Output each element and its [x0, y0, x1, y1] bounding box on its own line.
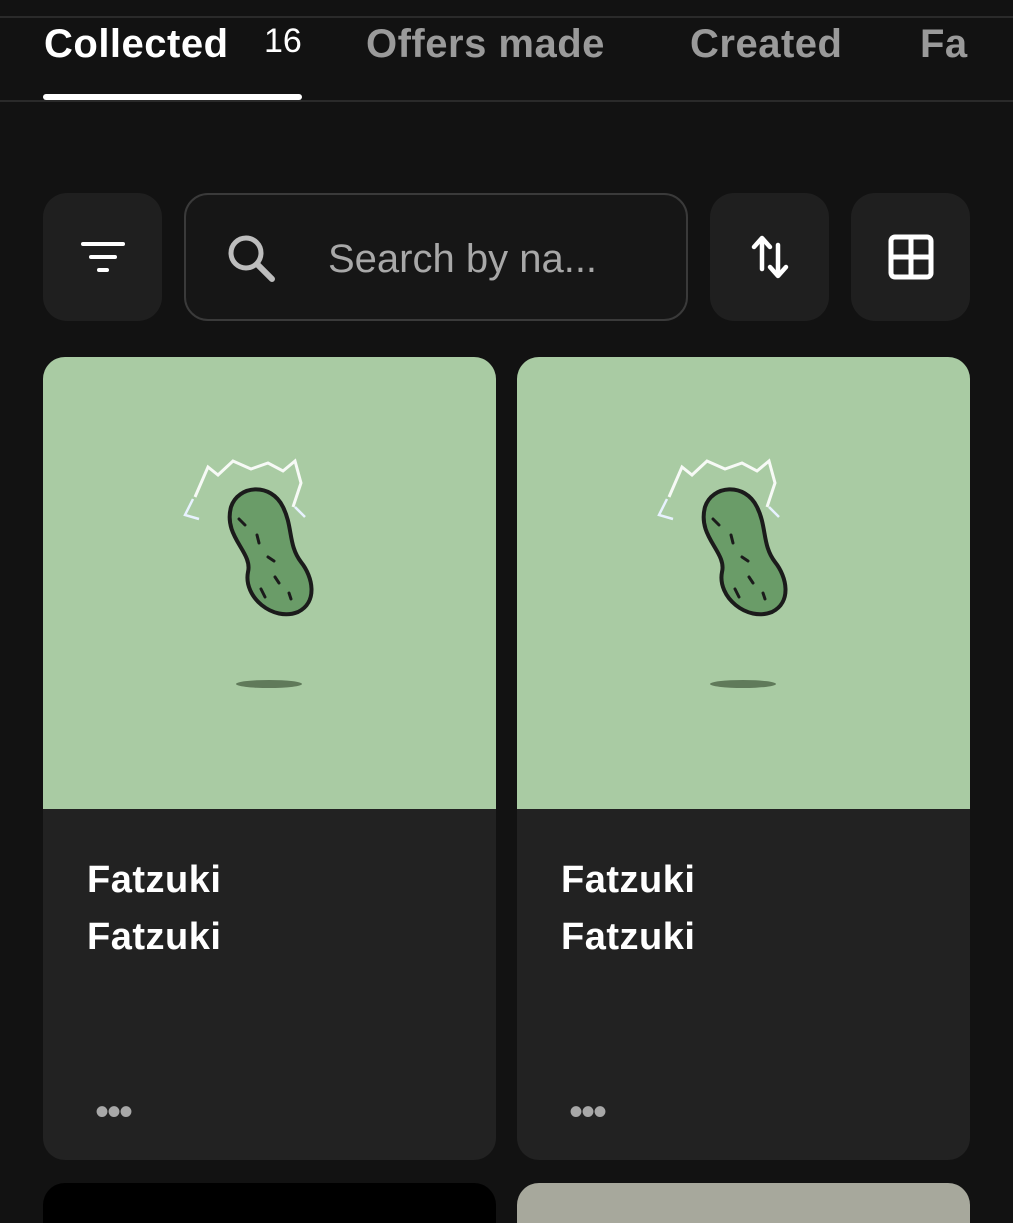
filter-icon: [80, 242, 125, 272]
nft-card[interactable]: Fatzuki Fatzuki •••: [517, 357, 970, 1160]
sort-button[interactable]: [710, 193, 829, 321]
search-input[interactable]: [328, 235, 648, 283]
nft-collection-name[interactable]: Fatzuki: [561, 916, 695, 959]
tab-collected[interactable]: Collected: [44, 22, 229, 67]
top-border: [0, 0, 1013, 18]
grid-view-icon: [888, 234, 933, 280]
tab-offers-made[interactable]: Offers made: [366, 22, 605, 67]
tab-favorited[interactable]: Fa: [920, 22, 968, 67]
peanut-illustration: [657, 458, 788, 688]
more-options-icon[interactable]: •••: [569, 1092, 607, 1132]
search-icon: [228, 235, 275, 282]
active-tab-indicator: [43, 94, 302, 100]
nft-title: Fatzuki: [561, 859, 696, 901]
nft-card-peek[interactable]: [517, 1183, 970, 1223]
tab-collected-count: 16: [264, 22, 302, 60]
more-options-icon[interactable]: •••: [95, 1092, 133, 1132]
search-box[interactable]: [184, 193, 688, 321]
grid-view-button[interactable]: [851, 193, 970, 321]
nft-card[interactable]: Fatzuki Fatzuki •••: [43, 357, 496, 1160]
peanut-illustration: [183, 458, 314, 688]
nft-image[interactable]: [43, 357, 496, 809]
tab-created[interactable]: Created: [690, 22, 842, 67]
filter-button[interactable]: [43, 193, 162, 321]
nft-title: Fatzuki: [87, 859, 222, 901]
sort-arrows-icon: [751, 235, 788, 279]
nft-image[interactable]: [517, 357, 970, 809]
nft-collection-name[interactable]: Fatzuki: [87, 916, 221, 959]
nft-card-peek[interactable]: [43, 1183, 496, 1223]
profile-tabs: Collected 16 Offers made Created Fa: [0, 18, 1013, 102]
